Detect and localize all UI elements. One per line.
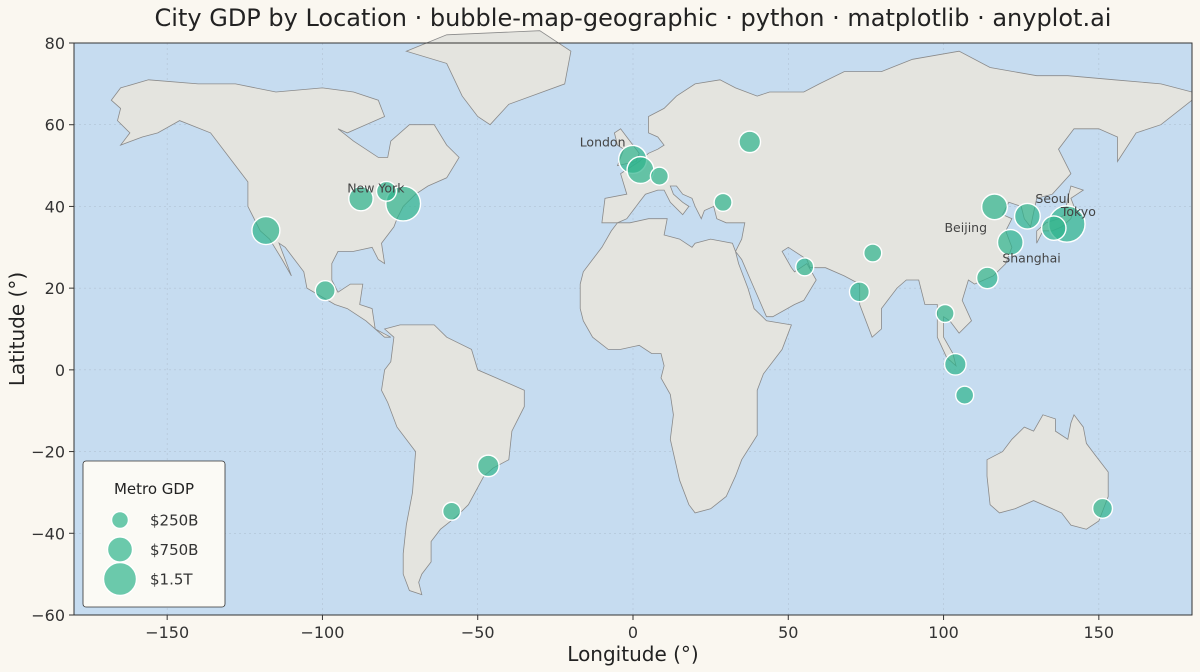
bubble-jakarta bbox=[954, 385, 975, 405]
city-label: London bbox=[580, 134, 626, 149]
x-tick-label: −50 bbox=[461, 623, 495, 642]
y-axis-label: Latitude (°) bbox=[5, 272, 29, 386]
y-tick-label: 20 bbox=[45, 279, 65, 298]
bubble-mexico-city bbox=[314, 279, 336, 302]
bubble-zurich bbox=[649, 166, 670, 186]
bubble-shenzhen bbox=[975, 266, 999, 290]
bubble-buenos-aires bbox=[441, 501, 462, 521]
x-tick-label: −150 bbox=[145, 623, 189, 642]
bubble-s-o-paulo bbox=[476, 454, 500, 478]
y-tick-label: −20 bbox=[31, 443, 65, 462]
bubble-seoul bbox=[1013, 202, 1041, 230]
x-tick-label: −100 bbox=[300, 623, 344, 642]
y-tick-label: −60 bbox=[31, 606, 65, 625]
y-tick-label: 60 bbox=[45, 116, 65, 135]
legend-title: Metro GDP bbox=[114, 480, 194, 498]
x-tick-label: 50 bbox=[778, 623, 798, 642]
legend-label: $750B bbox=[150, 541, 198, 559]
city-label: New York bbox=[347, 181, 405, 196]
y-tick-label: 40 bbox=[45, 197, 65, 216]
bubble-map-chart: City GDP by Location · bubble-map-geogra… bbox=[5, 4, 1193, 666]
x-tick-label: 150 bbox=[1084, 623, 1115, 642]
bubble-mumbai bbox=[848, 281, 871, 303]
bubble-sydney bbox=[1091, 497, 1114, 519]
size-legend: Metro GDP $250B $750B $1.5T bbox=[82, 460, 226, 608]
chart-title: City GDP by Location · bubble-map-geogra… bbox=[155, 4, 1112, 32]
bubble-bangkok bbox=[935, 303, 955, 324]
bubble-paris bbox=[626, 155, 655, 185]
bubble-los-angeles bbox=[251, 215, 281, 246]
legend-label: $1.5T bbox=[150, 571, 193, 589]
legend-bubble bbox=[106, 536, 134, 563]
legend-bubble bbox=[102, 561, 138, 597]
legend-label: $250B bbox=[150, 512, 198, 530]
legend-bubble bbox=[110, 510, 130, 530]
x-axis-label: Longitude (°) bbox=[567, 642, 698, 666]
y-tick-label: 80 bbox=[45, 34, 65, 53]
bubble-istanbul bbox=[713, 192, 733, 213]
legend-entries: $250B $750B $1.5T bbox=[102, 510, 198, 597]
x-tick-label: 100 bbox=[928, 623, 959, 642]
bubble-osaka bbox=[1040, 215, 1067, 241]
x-axis-ticks: −150 −100 −50 0 50 100 150 bbox=[145, 615, 1114, 642]
city-label: Seoul bbox=[1035, 191, 1070, 206]
city-label: Beijing bbox=[944, 220, 987, 235]
x-tick-label: 0 bbox=[628, 623, 638, 642]
y-tick-label: −40 bbox=[31, 524, 65, 543]
bubble-singapore bbox=[943, 352, 967, 376]
city-label: Tokyo bbox=[1060, 204, 1096, 219]
bubble-delhi bbox=[863, 243, 883, 263]
bubble-beijing bbox=[980, 193, 1009, 221]
y-tick-label: 0 bbox=[55, 361, 65, 380]
y-axis-ticks: −60 −40 −20 0 20 40 60 80 bbox=[31, 34, 74, 625]
city-label: Shanghai bbox=[1002, 250, 1060, 265]
bubble-moscow bbox=[738, 130, 762, 154]
bubble-dubai bbox=[795, 257, 815, 277]
